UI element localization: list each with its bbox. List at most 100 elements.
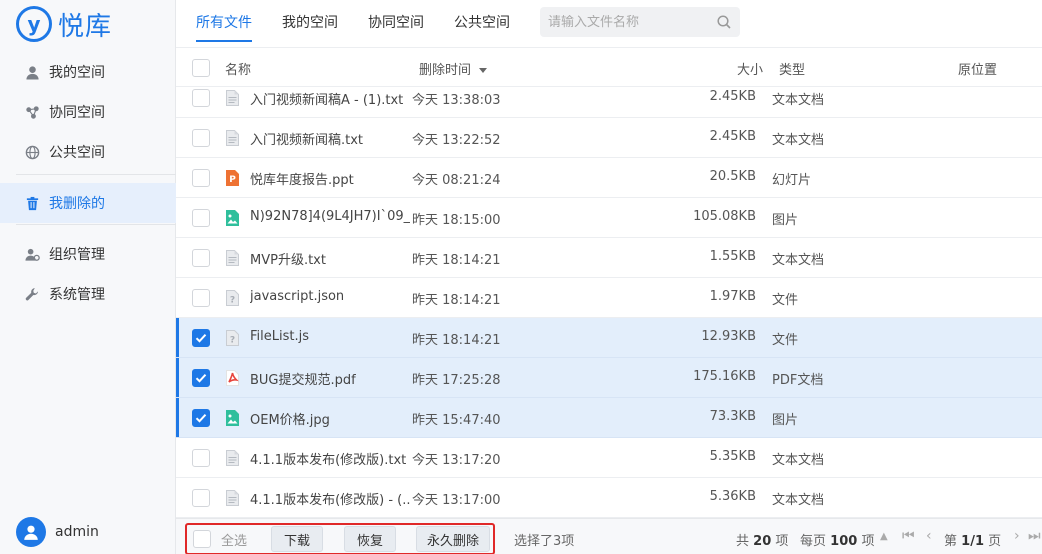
sort-desc-icon bbox=[479, 68, 488, 73]
table-row[interactable]: N)92N78]4(9L4JH7)I`09_... 昨天 18:15:00 105.… bbox=[176, 198, 1042, 238]
row-checkbox[interactable] bbox=[192, 209, 210, 227]
sidebar-item-label: 我删除的 bbox=[49, 196, 105, 212]
sidebar-item-public-space[interactable]: 公共空间 bbox=[0, 132, 176, 172]
row-checkbox[interactable] bbox=[192, 89, 210, 107]
file-type: 文本文档 bbox=[772, 93, 825, 108]
wrench-icon bbox=[24, 286, 40, 302]
table-row[interactable]: P 悦库年度报告.ppt 今天 08:21:24 20.5KB 幻灯片 bbox=[176, 158, 1042, 198]
table-row[interactable]: 入门视频新闻稿.txt 今天 13:22:52 2.45KB 文本文档 bbox=[176, 118, 1042, 158]
select-all-label[interactable]: 全选 bbox=[221, 530, 247, 549]
column-header-deleted-time[interactable]: 删除时间 bbox=[419, 59, 488, 78]
avatar bbox=[16, 517, 46, 547]
per-page-suffix: 项 bbox=[861, 534, 875, 549]
users-gear-icon bbox=[24, 246, 40, 262]
download-button[interactable]: 下载 bbox=[271, 526, 323, 552]
row-checkbox[interactable] bbox=[192, 409, 210, 427]
file-name[interactable]: FileList.js bbox=[250, 329, 410, 344]
text-file-icon bbox=[226, 90, 239, 106]
sidebar-item-system-management[interactable]: 系统管理 bbox=[0, 274, 176, 314]
per-page-selector[interactable]: 每页 100 项 bbox=[800, 530, 874, 549]
sidebar-item-my-space[interactable]: 我的空间 bbox=[0, 52, 176, 92]
row-checkbox[interactable] bbox=[192, 289, 210, 307]
file-type: 图片 bbox=[772, 413, 799, 428]
first-page-icon[interactable]: ⏮ bbox=[902, 528, 915, 544]
share-icon bbox=[24, 104, 40, 120]
deleted-time: 昨天 18:14:21 bbox=[412, 333, 501, 348]
table-row[interactable]: OEM价格.jpg 昨天 15:47:40 73.3KB 图片 bbox=[176, 398, 1042, 438]
tab-public-space[interactable]: 公共空间 bbox=[454, 12, 510, 42]
table-row[interactable]: BUG提交规范.pdf 昨天 17:25:28 175.16KB PDF文档 bbox=[176, 358, 1042, 398]
row-checkbox[interactable] bbox=[192, 369, 210, 387]
caret-up-icon[interactable]: ▲ bbox=[880, 531, 888, 542]
table-row[interactable]: ? FileList.js 昨天 18:14:21 12.93KB 文件 bbox=[176, 318, 1042, 358]
image-file-icon bbox=[226, 410, 239, 426]
deleted-time: 今天 13:17:20 bbox=[412, 453, 501, 468]
sidebar-item-label: 组织管理 bbox=[49, 247, 105, 263]
sidebar-item-collab-space[interactable]: 协同空间 bbox=[0, 92, 176, 132]
table-row[interactable]: 4.1.1版本发布(修改版).txt 今天 13:17:20 5.35KB 文本文档 bbox=[176, 438, 1042, 478]
file-name[interactable]: javascript.json bbox=[250, 289, 410, 304]
last-page-icon[interactable]: ⏭ bbox=[1028, 528, 1041, 544]
sidebar-item-label: 我的空间 bbox=[49, 65, 105, 81]
file-name[interactable]: 入门视频新闻稿.txt bbox=[250, 129, 410, 148]
logo: y 悦库 bbox=[16, 6, 112, 42]
table-row[interactable]: ? javascript.json 昨天 18:14:21 1.97KB 文件 bbox=[176, 278, 1042, 318]
file-name[interactable]: BUG提交规范.pdf bbox=[250, 369, 410, 388]
column-header-size[interactable]: 大小 bbox=[737, 59, 763, 78]
file-type: 文本文档 bbox=[772, 133, 825, 148]
sidebar-item-org-management[interactable]: 组织管理 bbox=[0, 234, 176, 274]
column-header-name[interactable]: 名称 bbox=[225, 59, 251, 78]
file-size: 2.45KB bbox=[709, 89, 756, 104]
tab-my-space[interactable]: 我的空间 bbox=[282, 12, 338, 42]
sidebar-item-label: 系统管理 bbox=[49, 287, 105, 303]
logo-mark: y bbox=[16, 6, 52, 42]
header-checkbox[interactable] bbox=[192, 59, 210, 77]
text-file-icon bbox=[226, 450, 239, 466]
ppt-file-icon: P bbox=[226, 170, 239, 186]
delete-forever-button[interactable]: 永久删除 bbox=[416, 526, 490, 552]
file-size: 1.97KB bbox=[709, 289, 756, 304]
file-name[interactable]: MVP升级.txt bbox=[250, 249, 410, 268]
file-name[interactable]: 悦库年度报告.ppt bbox=[250, 169, 410, 188]
row-checkbox[interactable] bbox=[192, 129, 210, 147]
tab-collab-space[interactable]: 协同空间 bbox=[368, 12, 424, 42]
row-checkbox[interactable] bbox=[192, 169, 210, 187]
user-profile[interactable]: admin bbox=[16, 517, 99, 547]
row-checkbox[interactable] bbox=[192, 449, 210, 467]
row-checkbox[interactable] bbox=[192, 489, 210, 507]
row-checkbox[interactable] bbox=[192, 329, 210, 347]
file-name[interactable]: OEM价格.jpg bbox=[250, 409, 410, 428]
file-size: 105.08KB bbox=[693, 209, 756, 224]
total-suffix: 项 bbox=[775, 534, 789, 549]
file-size: 5.35KB bbox=[709, 449, 756, 464]
unknown-file-icon: ? bbox=[226, 330, 239, 346]
next-page-icon[interactable]: › bbox=[1014, 528, 1020, 544]
check-icon bbox=[195, 374, 207, 383]
table-row[interactable]: 4.1.1版本发布(修改版) - (... 今天 13:17:00 5.36KB 文本… bbox=[176, 478, 1042, 518]
pdf-file-icon bbox=[226, 370, 239, 386]
svg-text:?: ? bbox=[230, 296, 235, 306]
check-icon bbox=[195, 414, 207, 423]
file-name[interactable]: N)92N78]4(9L4JH7)I`09_... bbox=[250, 209, 410, 224]
file-name[interactable]: 4.1.1版本发布(修改版) - (... bbox=[250, 489, 410, 508]
deleted-time: 昨天 18:15:00 bbox=[412, 213, 501, 228]
user-icon bbox=[24, 525, 38, 540]
user-name: admin bbox=[55, 524, 99, 540]
table-row[interactable]: MVP升级.txt 昨天 18:14:21 1.55KB 文本文档 bbox=[176, 238, 1042, 278]
search-icon[interactable] bbox=[716, 14, 732, 30]
prev-page-icon[interactable]: ‹ bbox=[926, 528, 932, 544]
column-header-origin[interactable]: 原位置 bbox=[958, 59, 997, 78]
column-header-type[interactable]: 类型 bbox=[779, 59, 805, 78]
search-input[interactable] bbox=[548, 14, 716, 30]
deleted-time: 昨天 15:47:40 bbox=[412, 413, 501, 428]
select-all-checkbox[interactable] bbox=[193, 530, 211, 548]
file-name[interactable]: 4.1.1版本发布(修改版).txt bbox=[250, 449, 410, 468]
tab-all-files[interactable]: 所有文件 bbox=[196, 12, 252, 42]
sidebar-item-my-deleted[interactable]: 我删除的 bbox=[0, 183, 176, 223]
file-type: PDF文档 bbox=[772, 373, 824, 388]
page-prefix: 第 bbox=[944, 534, 958, 549]
row-checkbox[interactable] bbox=[192, 249, 210, 267]
file-name[interactable]: 入门视频新闻稿A - (1).txt bbox=[250, 89, 410, 108]
restore-button[interactable]: 恢复 bbox=[344, 526, 396, 552]
deleted-time: 今天 13:38:03 bbox=[412, 93, 501, 108]
